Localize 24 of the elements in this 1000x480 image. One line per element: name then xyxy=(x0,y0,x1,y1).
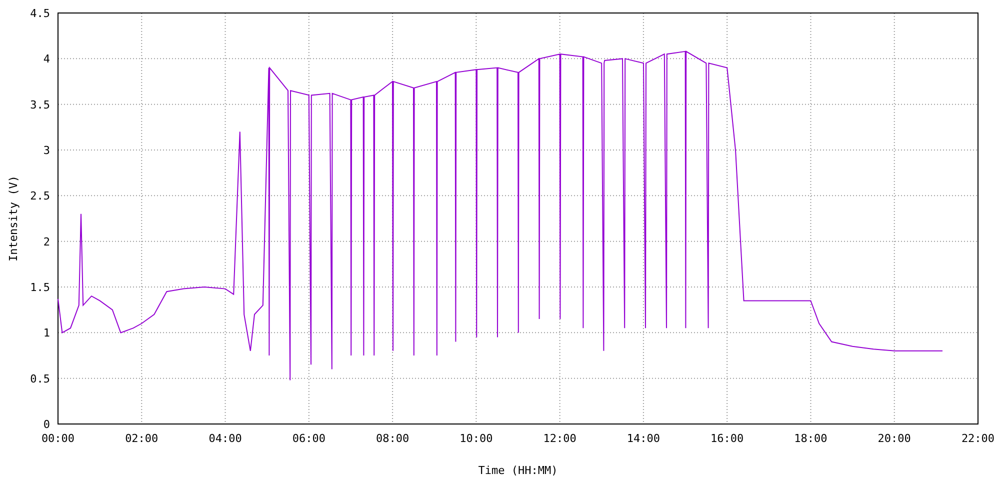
y-tick-label: 1 xyxy=(43,326,50,340)
y-tick-label: 3 xyxy=(43,144,50,157)
x-tick-label: 10:00 xyxy=(460,432,493,445)
x-tick-label: 18:00 xyxy=(794,432,828,445)
y-tick-label: 3.5 xyxy=(30,98,50,112)
y-tick-label: 0.5 xyxy=(30,372,50,386)
x-tick-label: 08:00 xyxy=(376,432,410,445)
y-tick-label: 4 xyxy=(43,52,50,66)
y-tick-label: 4.5 xyxy=(30,7,50,20)
x-tick-label: 00:00 xyxy=(41,432,75,445)
x-tick-label: 06:00 xyxy=(292,432,326,445)
x-tick-label: 14:00 xyxy=(626,432,660,445)
x-tick-label: 20:00 xyxy=(878,432,911,445)
y-tick-label: 1.5 xyxy=(30,281,50,294)
y-tick-label: 2 xyxy=(43,235,50,248)
x-tick-label: 12:00 xyxy=(543,432,576,445)
x-tick-label: 02:00 xyxy=(125,432,158,445)
y-tick-label: 2.5 xyxy=(30,190,50,203)
y-tick-label: 0 xyxy=(43,418,50,431)
x-tick-label: 16:00 xyxy=(710,432,744,445)
x-tick-label: 22:00 xyxy=(961,432,995,445)
x-axis-title: Time (HH:MM) xyxy=(478,464,558,477)
x-tick-label: 04:00 xyxy=(208,432,242,445)
y-axis-title: Intensity (V) xyxy=(7,175,20,262)
